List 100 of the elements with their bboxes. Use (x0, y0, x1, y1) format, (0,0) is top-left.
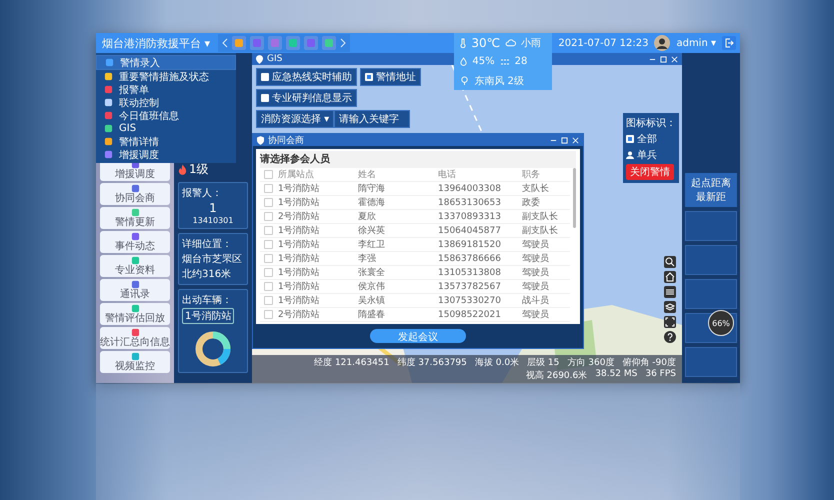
menu-item[interactable]: 今日值班信息 (96, 109, 236, 122)
column-header: 电话 (438, 168, 457, 181)
menu-item[interactable]: 警情录入 (96, 55, 236, 70)
side-tool-button[interactable]: 警情评估回放 (100, 303, 170, 325)
toolbar-app-icon[interactable] (268, 36, 282, 50)
pin-icon (256, 54, 263, 64)
fullscreen-icon[interactable] (664, 316, 676, 328)
close-alarm-button[interactable]: 关闭警情 (626, 164, 674, 180)
weather-condition: 小雨 (521, 36, 542, 50)
logout-icon[interactable] (722, 36, 736, 50)
table-cell-text: 13964003308 (438, 184, 502, 194)
close-icon[interactable] (671, 56, 678, 62)
tile-icon (104, 85, 113, 94)
maximize-icon[interactable] (561, 136, 568, 144)
table-cell-text: 13075330270 (438, 296, 502, 306)
toolbar-app-icon[interactable] (322, 36, 336, 50)
table-cell-text: 李强 (358, 252, 377, 265)
side-tool-button[interactable]: 警情更新 (100, 207, 170, 229)
layers-icon[interactable] (664, 301, 676, 313)
menu-item[interactable]: 重要警情措施及状态 (96, 70, 236, 83)
chevron-left-icon[interactable] (222, 38, 228, 48)
toolbar-app-icon[interactable] (232, 36, 246, 50)
side-tool-button[interactable]: 协同会商 (100, 183, 170, 205)
tile-icon (104, 98, 113, 107)
side-tool-button[interactable]: 统计汇总向信息 (100, 327, 170, 349)
home-icon[interactable] (664, 271, 676, 283)
row-checkbox[interactable] (264, 268, 273, 277)
dialog-heading: 请选择参会人员 (260, 151, 576, 168)
chevron-right-icon[interactable] (340, 38, 346, 48)
column-header: 姓名 (358, 168, 377, 181)
legend-checkbox[interactable]: 全部 (626, 132, 657, 146)
info-card (685, 211, 737, 241)
grid-icon[interactable] (664, 286, 676, 298)
scrollbar[interactable] (573, 168, 576, 228)
toolbar-app-icon[interactable] (250, 36, 264, 50)
caller-phone: 13410301 (192, 216, 234, 225)
table-cell-text: 15863786666 (438, 254, 502, 264)
search-icon[interactable] (664, 256, 676, 268)
row-checkbox[interactable] (264, 310, 273, 319)
toggle-button[interactable]: 警情地址 (360, 68, 421, 86)
caller-name: 1 (208, 201, 218, 215)
row-checkbox[interactable] (264, 282, 273, 291)
toggle-button[interactable]: 专业研判信息显示 (256, 89, 357, 107)
menu-item[interactable]: 增援调度 (96, 148, 236, 161)
status-reading: 纬度 37.563795 (397, 356, 467, 369)
menu-item[interactable]: 联动控制 (96, 96, 236, 109)
humidity: 45% (472, 56, 495, 67)
toolbar-app-icon[interactable] (304, 36, 318, 50)
table-cell-text: 夏欣 (358, 211, 377, 223)
table-cell-text: 驾驶员 (522, 308, 550, 321)
flame-icon (178, 164, 187, 175)
row-checkbox[interactable] (264, 296, 273, 305)
temperature: 30℃ (471, 36, 500, 50)
select-all-checkbox[interactable] (264, 170, 273, 179)
tile-icon (130, 328, 140, 337)
table-cell-text: 1号消防站 (278, 266, 321, 279)
vehicle-tag[interactable]: 1号消防站 (182, 308, 234, 324)
row-checkbox[interactable] (264, 226, 273, 235)
side-tool-button[interactable]: 通讯录 (100, 279, 170, 301)
column-header: 所属站点 (278, 168, 315, 181)
table-cell-text: 1号消防站 (278, 224, 321, 237)
table-cell-text: 隋守海 (358, 182, 386, 195)
table-cell-text: 1号消防站 (278, 196, 321, 209)
tile-icon (130, 184, 140, 193)
menu-item[interactable]: 警情详情 (96, 135, 236, 148)
column-header: 职务 (522, 168, 541, 181)
table-cell-text: 1号消防站 (278, 294, 321, 307)
side-tool-button[interactable]: 事件动态 (100, 231, 170, 253)
menu-item[interactable]: 报警单 (96, 83, 236, 96)
help-icon[interactable] (664, 331, 676, 343)
row-checkbox[interactable] (264, 212, 273, 221)
tile-icon (104, 124, 113, 133)
info-card (685, 245, 737, 275)
row-checkbox[interactable] (264, 184, 273, 193)
table-cell-text: 15064045877 (438, 226, 502, 236)
resource-dropdown[interactable]: 消防资源选择 ▾ (256, 110, 334, 128)
table-cell-text: 霍德海 (358, 196, 386, 209)
side-tool-button[interactable]: 专业资料 (100, 255, 170, 277)
row-checkbox[interactable] (264, 254, 273, 263)
table-cell-text: 18653130653 (438, 198, 502, 208)
row-checkbox[interactable] (264, 240, 273, 249)
legend-item[interactable]: 单兵 (626, 148, 657, 162)
maximize-icon[interactable] (660, 56, 667, 62)
tile-icon (104, 72, 113, 81)
menu-item[interactable]: GIS (96, 122, 236, 135)
date-time: 2021-07-07 12:23 (558, 38, 648, 48)
toolbar-app-icon[interactable] (286, 36, 300, 50)
table-cell-text: 13869181520 (438, 240, 502, 250)
donut-drawing (193, 329, 233, 369)
table-cell-text: 徐兴英 (358, 224, 386, 237)
table-cell-text: 1号消防站 (278, 280, 321, 293)
toggle-button[interactable]: 应急热线实时辅助 (256, 68, 357, 86)
close-icon[interactable] (572, 136, 579, 144)
status-reading: 38.52 MS (595, 369, 638, 381)
dialog-title: 协同会商 (268, 134, 304, 146)
thermometer-icon (460, 38, 466, 48)
air-quality: 28 (514, 56, 528, 67)
caller-label: 报警人： (182, 186, 223, 200)
row-checkbox[interactable] (264, 198, 273, 207)
side-tool-button[interactable]: 视频监控 (100, 351, 170, 373)
